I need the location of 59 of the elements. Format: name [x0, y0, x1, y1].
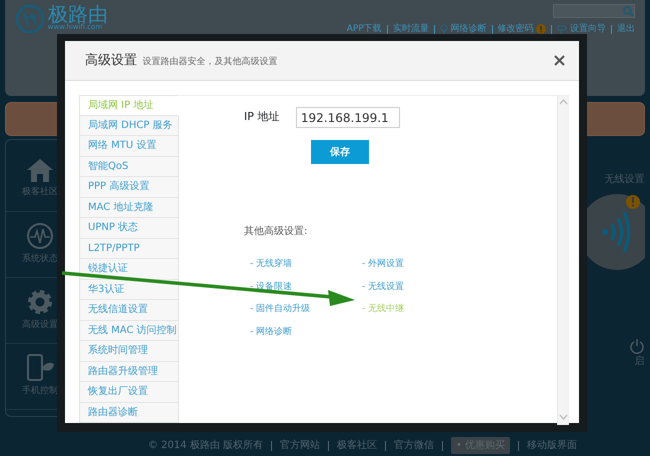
- scrollbar[interactable]: [557, 96, 568, 425]
- dialog-title: 高级设置: [85, 52, 137, 70]
- menu-item[interactable]: 局域网 IP 地址: [79, 95, 179, 116]
- nav-link[interactable]: 修改密码: [498, 24, 546, 34]
- footer-link[interactable]: 移动版界面: [527, 438, 578, 453]
- nav-link[interactable]: 实时流量: [392, 24, 429, 34]
- dialog-subtitle: 设置路由器安全，及其他高级设置: [142, 56, 278, 69]
- menu-item[interactable]: 路由器诊断: [79, 402, 179, 423]
- nav-link[interactable]: 网络诊断: [440, 24, 486, 34]
- menu-item[interactable]: 网络 MTU 设置: [79, 136, 179, 156]
- menu-item[interactable]: MAC 地址克隆: [79, 198, 179, 218]
- menu-item[interactable]: 智能QoS: [79, 156, 179, 177]
- menu-item[interactable]: 无线 MAC 访问控制: [79, 320, 179, 341]
- ip-label: IP 地址: [244, 109, 280, 126]
- scroll-up-icon[interactable]: [558, 98, 568, 105]
- sidebar-label[interactable]: 系统状态: [22, 252, 58, 266]
- wireless-label[interactable]: 无线设置: [604, 172, 644, 187]
- pin-icon[interactable]: [440, 24, 448, 34]
- footer-link[interactable]: 官方网站: [280, 438, 320, 453]
- logo-text: 极路由: [48, 4, 108, 24]
- phone-icon[interactable]: [25, 354, 55, 382]
- nav-link[interactable]: 设置向导: [557, 24, 606, 34]
- pulse-icon[interactable]: [26, 222, 54, 250]
- menu-item[interactable]: 锐捷认证: [79, 259, 179, 280]
- footer-link[interactable]: 极客社区: [337, 438, 377, 453]
- copyright-text: © 2014 极路由 版权所有: [148, 438, 263, 453]
- logo-icon: [15, 4, 45, 34]
- menu-item[interactable]: 无线信道设置: [79, 300, 179, 320]
- signpost-icon[interactable]: [557, 24, 568, 34]
- menu-item[interactable]: 路由器升级管理: [79, 362, 179, 382]
- menu-item[interactable]: 恢复出厂设置: [79, 382, 179, 402]
- menu-item[interactable]: UPNP 状态: [79, 218, 179, 238]
- scroll-down-icon[interactable]: [558, 414, 568, 420]
- menu-item[interactable]: 局域网 DHCP 服务: [79, 116, 179, 136]
- ip-address-field[interactable]: 192.168.199.1: [296, 107, 400, 128]
- nav-link[interactable]: APP下载: [346, 24, 382, 34]
- sidebar-label[interactable]: 极客社区: [22, 186, 58, 200]
- power-icon[interactable]: [628, 338, 644, 354]
- gear-icon[interactable]: [26, 288, 54, 316]
- save-button[interactable]: 保存: [311, 140, 369, 164]
- menu-item[interactable]: PPP 高级设置: [79, 177, 179, 198]
- home-icon[interactable]: [25, 157, 55, 184]
- section-heading: 其他高级设置:: [244, 224, 308, 239]
- settings-link[interactable]: - 网络诊断: [250, 326, 292, 336]
- settings-link[interactable]: - 无线穿墙: [250, 259, 292, 269]
- sidebar-label[interactable]: 高级设置: [22, 318, 58, 332]
- search-field[interactable]: [553, 4, 635, 18]
- settings-link[interactable]: - 无线中继: [362, 304, 404, 314]
- menu-item[interactable]: L2TP/PPTP: [79, 238, 179, 259]
- nav-link[interactable]: 退出: [617, 24, 635, 34]
- menu-item[interactable]: 系统时间管理: [79, 341, 179, 362]
- settings-link[interactable]: - 固件自动升级: [250, 304, 310, 314]
- settings-link[interactable]: - 无线设置: [362, 282, 404, 292]
- close-icon[interactable]: [554, 55, 565, 66]
- footer-link[interactable]: 官方微信: [394, 438, 434, 453]
- restart-label[interactable]: 启: [634, 354, 644, 370]
- settings-link[interactable]: - 外网设置: [362, 259, 404, 269]
- wifi-icon[interactable]: [584, 192, 644, 272]
- alert-icon[interactable]: [536, 24, 546, 34]
